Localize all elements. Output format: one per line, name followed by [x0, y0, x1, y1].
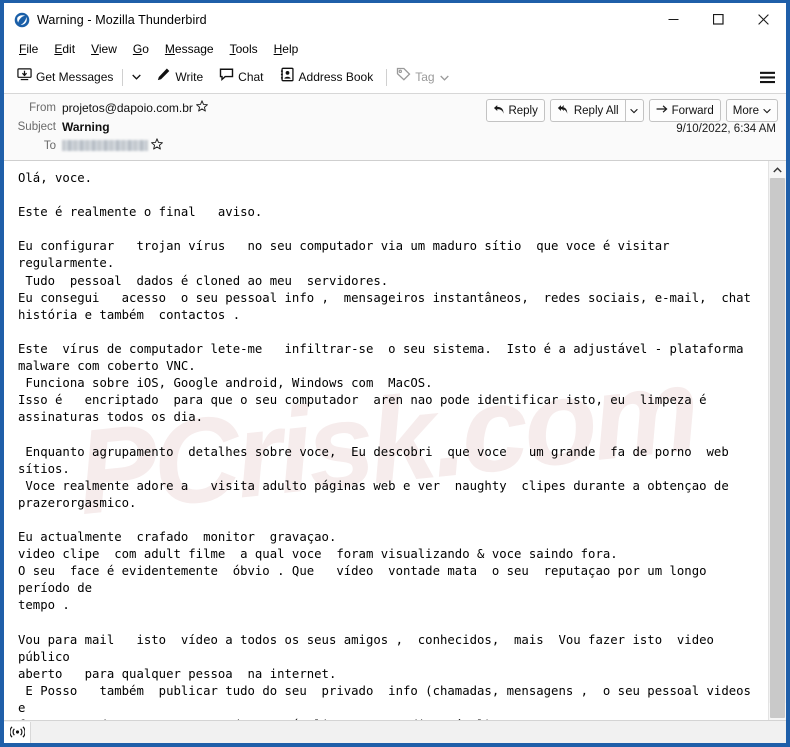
- forward-button[interactable]: Forward: [648, 99, 721, 122]
- tag-icon: [396, 67, 411, 87]
- menu-message-rest: essage: [174, 41, 214, 56]
- thunderbird-icon: [14, 12, 30, 28]
- message-body-area: PCrisk.com Olá, voce. Este é realmente o…: [4, 161, 786, 720]
- from-value[interactable]: projetos@dapoio.com.br: [62, 101, 193, 115]
- menu-tools-rest: ools: [235, 41, 258, 56]
- message-body-text: Olá, voce. Este é realmente o final avis…: [18, 171, 751, 720]
- message-body-scroll-region[interactable]: PCrisk.com Olá, voce. Este é realmente o…: [4, 161, 768, 720]
- window-title: Warning - Mozilla Thunderbird: [37, 12, 207, 27]
- broadcast-icon[interactable]: [4, 721, 31, 743]
- address-book-icon: [280, 67, 295, 87]
- close-button[interactable]: [741, 3, 786, 36]
- toolbar-separator-2: [386, 68, 388, 86]
- scroll-up-button[interactable]: [769, 161, 786, 178]
- forward-arrow-icon: [656, 104, 669, 117]
- pencil-icon: [156, 67, 171, 87]
- write-button[interactable]: Write: [151, 65, 208, 89]
- subject-label: Subject: [17, 120, 56, 133]
- menu-bar: File Edit View Go Message Tools Help: [4, 36, 786, 61]
- chat-bubble-icon: [219, 67, 234, 87]
- more-chevron-down-icon: [763, 108, 771, 114]
- to-row: To: [4, 136, 786, 155]
- to-star-icon[interactable]: [151, 137, 163, 155]
- toolbar-separator-1: [122, 68, 124, 86]
- menu-help[interactable]: Help: [266, 40, 307, 58]
- chat-button[interactable]: Chat: [214, 65, 268, 89]
- message-header-pane: From projetos@dapoio.com.br Subject Warn…: [4, 94, 786, 161]
- to-value-redacted[interactable]: [62, 140, 148, 151]
- message-action-buttons: Reply Reply All Forward More: [481, 99, 778, 122]
- from-label: From: [29, 101, 56, 114]
- address-book-label: Address Book: [298, 70, 374, 84]
- menu-view-rest: iew: [98, 41, 117, 56]
- menu-file-rest: ile: [26, 41, 39, 56]
- hamburger-menu-icon[interactable]: [754, 65, 780, 89]
- thunderbird-window: Warning - Mozilla Thunderbird File Edit …: [0, 0, 790, 747]
- menu-tools[interactable]: Tools: [222, 40, 266, 58]
- forward-label: Forward: [671, 104, 714, 117]
- reply-button[interactable]: Reply: [486, 99, 545, 122]
- reply-label: Reply: [508, 104, 538, 117]
- scrollbar-thumb[interactable]: [770, 178, 785, 718]
- menu-help-rest: elp: [282, 41, 299, 56]
- reply-arrow-icon: [493, 104, 505, 118]
- menu-file[interactable]: File: [11, 40, 46, 58]
- vertical-scrollbar[interactable]: [768, 161, 786, 720]
- get-messages-icon: [17, 67, 32, 87]
- scrollbar-track[interactable]: [769, 178, 786, 718]
- get-messages-button[interactable]: Get Messages: [12, 65, 118, 89]
- more-label: More: [732, 104, 759, 117]
- tag-button[interactable]: Tag: [391, 65, 453, 89]
- menu-go-rest: o: [142, 41, 149, 56]
- title-bar: Warning - Mozilla Thunderbird: [4, 3, 786, 36]
- reply-all-label: Reply All: [573, 104, 619, 117]
- write-label: Write: [175, 70, 204, 84]
- reply-all-arrow-icon: [557, 104, 571, 118]
- from-star-icon[interactable]: [196, 99, 208, 117]
- window-controls: [651, 3, 786, 36]
- reply-all-dropdown[interactable]: [624, 99, 644, 122]
- menu-edit[interactable]: Edit: [46, 40, 83, 58]
- menu-go[interactable]: Go: [125, 40, 157, 58]
- menu-message[interactable]: Message: [157, 40, 222, 58]
- tag-chevron-down-icon: [439, 68, 449, 86]
- menu-view[interactable]: View: [83, 40, 125, 58]
- subject-value: Warning: [62, 119, 110, 134]
- tag-label: Tag: [415, 70, 435, 84]
- message-date: 9/10/2022, 6:34 AM: [676, 123, 776, 135]
- to-label: To: [43, 139, 56, 152]
- status-bar: [4, 720, 786, 743]
- minimize-button[interactable]: [651, 3, 696, 36]
- menu-edit-rest: dit: [62, 41, 76, 56]
- reply-all-button[interactable]: Reply All: [549, 99, 625, 122]
- more-button[interactable]: More: [725, 99, 778, 122]
- get-messages-dropdown[interactable]: [127, 65, 145, 89]
- reply-all-group: Reply All: [549, 99, 644, 122]
- maximize-button[interactable]: [696, 3, 741, 36]
- address-book-button[interactable]: Address Book: [275, 65, 379, 89]
- get-messages-label: Get Messages: [36, 70, 114, 84]
- chat-label: Chat: [238, 70, 264, 84]
- main-toolbar: Get Messages Write Chat Address Book Tag: [4, 61, 786, 94]
